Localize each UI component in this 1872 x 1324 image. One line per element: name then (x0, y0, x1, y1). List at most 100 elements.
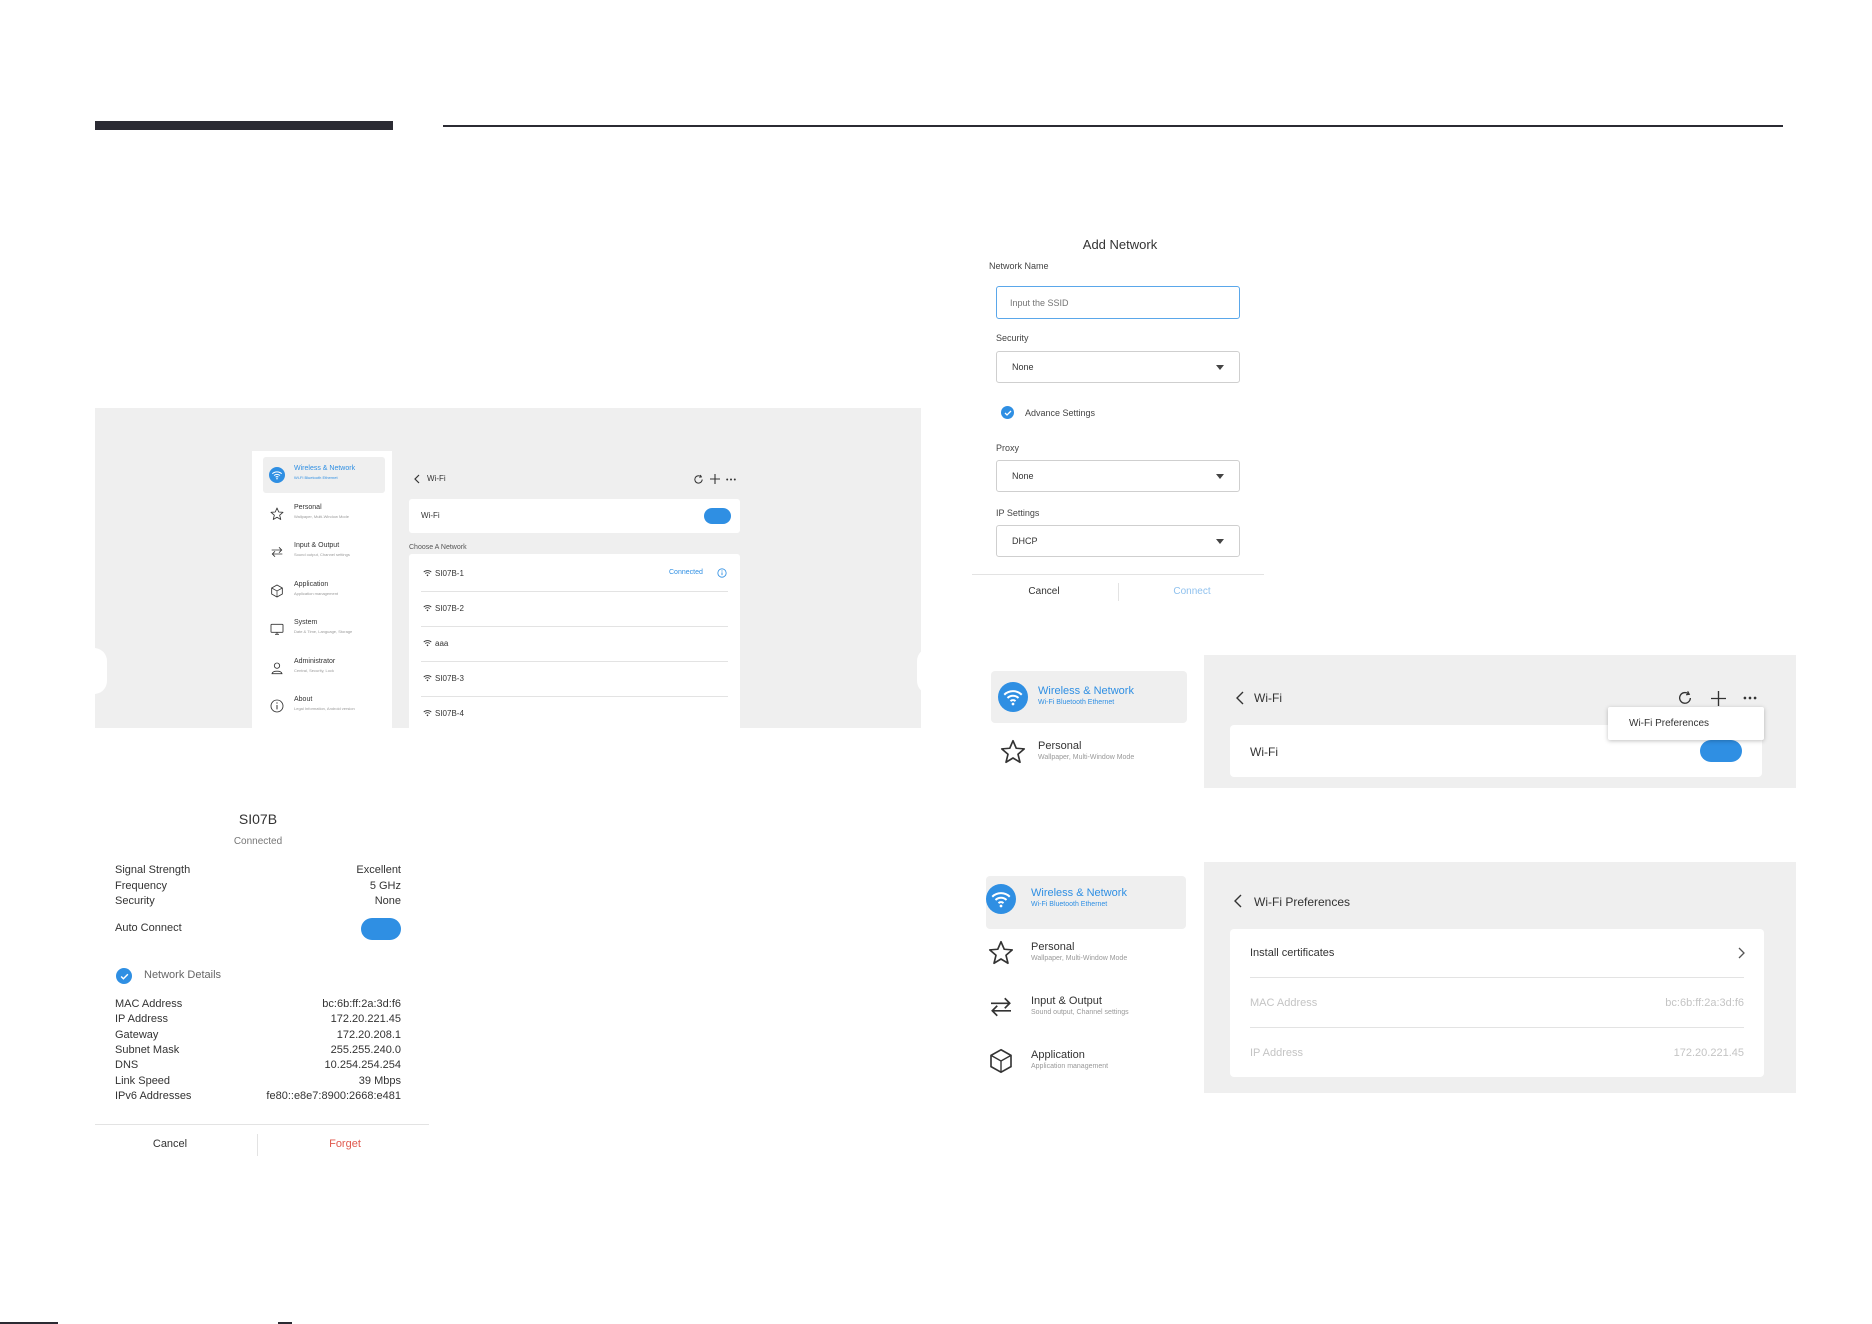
sidebar-item-about[interactable]: About Legal Information, Android version (269, 691, 379, 721)
sidebar-item-subtitle: Legal Information, Android version (294, 706, 355, 711)
star-icon (269, 506, 285, 522)
detail-key-signal-strength: Signal Strength (115, 864, 191, 876)
row-divider (421, 591, 728, 592)
detail-value-mac-address: bc:6b:ff:2a:3d:f6 (322, 998, 401, 1010)
sidebar-item-wireless-and-network[interactable]: Wireless & Network Wi-Fi Bluetooth Ether… (998, 677, 1188, 717)
sidebar-item-personal[interactable]: Personal Wallpaper, Multi-Window Mode (986, 933, 1176, 973)
mac-address-label: MAC Address (1250, 997, 1318, 1009)
sidebar-item-title: Personal (1031, 941, 1075, 953)
sidebar-item-subtitle: Wallpaper, Multi-Window Mode (1031, 955, 1128, 962)
sidebar-item-administrator[interactable]: Administrator Central, Security, Lock (269, 653, 379, 683)
auto-connect-label: Auto Connect (115, 922, 182, 934)
back-chevron-icon[interactable] (1232, 892, 1244, 910)
choose-network-label: Choose A Network (409, 544, 467, 551)
swap-arrows-icon (269, 544, 285, 560)
network-name-input[interactable] (996, 286, 1240, 319)
detail-value-security: None (374, 895, 401, 907)
detail-cancel-button[interactable]: Cancel (130, 1138, 210, 1150)
sidebar-item-title: Wireless & Network (294, 465, 356, 472)
detail-key-link-speed: Link Speed (115, 1074, 171, 1087)
user-icon (269, 660, 285, 676)
network-name: SI07B-3 (435, 674, 464, 683)
sidebar-item-title: Administrator (294, 657, 336, 665)
network-name: aaa (435, 639, 449, 648)
sidebar-item-input-and-output[interactable]: Input & Output Sound output, Channel set… (269, 537, 379, 567)
detail-key-subnet-mask: Subnet Mask (115, 1043, 180, 1056)
page-title: Wi-Fi (427, 474, 446, 483)
cancel-button[interactable]: Cancel (1004, 586, 1084, 597)
network-item-si07b-4[interactable]: SI07B-4 (409, 699, 740, 728)
sidebar-item-system[interactable]: System Date & Time, Language, Storage (269, 614, 379, 644)
sidebar-item-wireless-and-network[interactable]: Wireless & Network Wi-Fi Bluetooth Ether… (269, 460, 379, 490)
add-icon[interactable] (709, 473, 721, 485)
add-icon[interactable] (1709, 689, 1727, 707)
sidebar-item-application[interactable]: Application Application management (269, 576, 379, 606)
sidebar-item-application[interactable]: Application Application management (986, 1041, 1176, 1081)
network-list: SI07B-1 Connected SI07B-2 aaa SI07B-3 SI… (409, 554, 740, 728)
sidebar-item-title: Input & Output (294, 542, 340, 549)
back-chevron-icon[interactable] (412, 473, 422, 485)
back-chevron-icon[interactable] (1234, 689, 1246, 707)
prev-page-tab[interactable] (95, 648, 107, 694)
sidebar-item-subtitle: Application management (1031, 1063, 1109, 1070)
ip-settings-value: DHCP (1012, 536, 1038, 546)
connect-button[interactable]: Connect (1152, 586, 1232, 597)
wifi-signal-icon (423, 569, 432, 577)
ip-settings-dropdown[interactable]: DHCP (996, 525, 1240, 557)
more-icon[interactable] (1741, 689, 1759, 707)
sidebar-item-subtitle: Sound output, Channel settings (1031, 1009, 1129, 1016)
sidebar-item-title: Wireless & Network (1031, 887, 1127, 899)
proxy-label: Proxy (996, 443, 1020, 453)
sidebar-item-subtitle: Central, Security, Lock (294, 667, 334, 673)
row-divider (421, 626, 728, 627)
network-details-check-icon[interactable] (116, 968, 132, 984)
network-status: Connected (669, 569, 703, 576)
detail-key-gateway: Gateway (115, 1028, 159, 1041)
more-icon[interactable] (725, 473, 737, 485)
overflow-menu: Wi-Fi Preferences (1608, 707, 1764, 740)
add-network-title: Add Network (1082, 237, 1158, 252)
row-divider (421, 696, 728, 697)
header-rule (443, 125, 1783, 127)
detail-value-link-speed: 39 Mbps (358, 1074, 401, 1087)
sidebar-item-personal[interactable]: Personal Wallpaper, Multi-Window Mode (269, 499, 379, 529)
network-name: SI07B-2 (435, 604, 464, 613)
chevron-down-icon (1216, 365, 1224, 370)
next-page-tab[interactable] (917, 648, 921, 694)
network-item-si07b-2[interactable]: SI07B-2 (409, 594, 740, 624)
sidebar-item-title: Application (294, 580, 329, 588)
menu-item-wifi-preferences[interactable]: Wi-Fi Preferences (1629, 718, 1709, 729)
sidebar-item-title: System (294, 619, 318, 626)
row-divider (1250, 1027, 1744, 1028)
detail-value-ipv6-addresses: fe80::e8e7:8900:2668:e481 (266, 1089, 401, 1102)
proxy-dropdown[interactable]: None (996, 460, 1240, 492)
network-item-aaa[interactable]: aaa (409, 629, 740, 659)
auto-connect-toggle[interactable] (361, 918, 401, 940)
install-certificates-row[interactable]: Install certificates (1230, 929, 1764, 977)
sidebar-item-input-and-output[interactable]: Input & Output Sound output, Channel set… (986, 987, 1176, 1027)
info-icon[interactable] (717, 568, 727, 578)
wifi-toggle[interactable] (1700, 740, 1742, 762)
network-item-si07b-1[interactable]: SI07B-1 Connected (409, 559, 740, 589)
page-title: Wi-Fi Preferences (1254, 895, 1351, 909)
refresh-icon[interactable] (692, 473, 704, 485)
sidebar-item-subtitle: Wallpaper, Multi-Window Mode (1038, 754, 1135, 761)
forget-button[interactable]: Forget (305, 1138, 385, 1150)
network-item-si07b-3[interactable]: SI07B-3 (409, 664, 740, 694)
sidebar-item-title: Personal (1038, 740, 1082, 752)
detail-divider (95, 1124, 429, 1125)
settings-sidebar: Wireless & Network Wi-Fi Bluetooth Ether… (252, 451, 392, 728)
advance-settings-check-icon[interactable] (1001, 406, 1014, 419)
wifi-toggle[interactable] (704, 508, 731, 524)
sidebar-item-wireless-and-network[interactable]: Wireless & Network Wi-Fi Bluetooth Ether… (986, 879, 1176, 919)
sidebar-item-subtitle: Application management (294, 590, 339, 596)
refresh-icon[interactable] (1676, 689, 1694, 707)
security-dropdown[interactable]: None (996, 351, 1240, 383)
sidebar-item-personal[interactable]: Personal Wallpaper, Multi-Window Mode (998, 732, 1188, 772)
preferences-card: Install certificates MAC Address bc:6b:f… (1230, 929, 1764, 1077)
mac-address-value: bc:6b:ff:2a:3d:f6 (1665, 997, 1744, 1009)
button-divider (1118, 583, 1119, 601)
detail-key-dns: DNS (115, 1059, 139, 1072)
network-name-label: Network Name (989, 261, 1049, 271)
wifi-icon (269, 467, 285, 483)
